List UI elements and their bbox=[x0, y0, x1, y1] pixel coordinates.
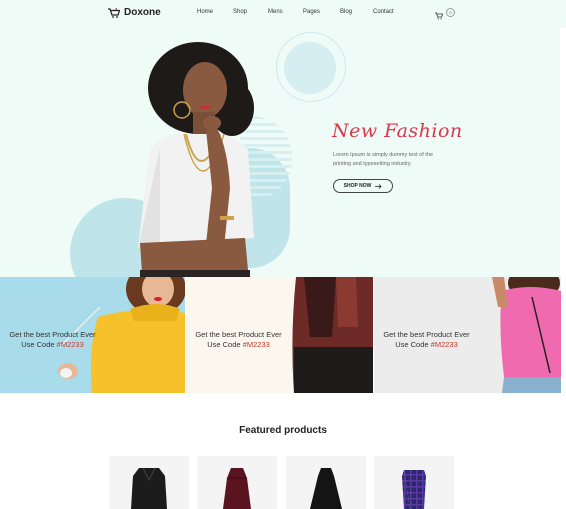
hero-description: Lorem Ipsum is simply dummy text of the … bbox=[333, 152, 433, 167]
brand-logo[interactable]: Doxone bbox=[108, 7, 161, 18]
promo-code-line: Use Code #M2233 bbox=[395, 340, 458, 349]
hero-edge bbox=[560, 28, 566, 277]
promo-banner-1[interactable]: Get the best Product Ever Use Code #M223… bbox=[0, 277, 185, 393]
product-image bbox=[402, 470, 426, 509]
product-card[interactable] bbox=[374, 456, 454, 509]
arrow-right-icon bbox=[375, 183, 382, 189]
nav-item-contact[interactable]: Contact bbox=[373, 9, 394, 15]
cart-logo-icon bbox=[108, 7, 120, 18]
hero-banner: New Fashion Lorem Ipsum is simply dummy … bbox=[0, 28, 566, 277]
promo-banner-3[interactable]: Get the best Product Ever Use Code #M223… bbox=[374, 277, 561, 393]
promo-headline: Get the best Product Ever bbox=[195, 330, 282, 339]
nav-item-home[interactable]: Home bbox=[197, 9, 213, 15]
product-image bbox=[310, 468, 342, 509]
promo-text: Get the best Product Ever Use Code #M223… bbox=[374, 330, 479, 350]
featured-products-heading: Featured products bbox=[239, 425, 327, 436]
promo-text: Get the best Product Ever Use Code #M223… bbox=[0, 330, 105, 350]
nav-item-mens[interactable]: Mens bbox=[268, 9, 283, 15]
nav-item-pages[interactable]: Pages bbox=[303, 9, 320, 15]
nav-item-shop[interactable]: Shop bbox=[233, 9, 247, 15]
cart-count-badge[interactable]: 0 bbox=[446, 8, 455, 17]
cart-icon[interactable] bbox=[435, 7, 444, 25]
decor-circle bbox=[284, 42, 336, 94]
hero-title: New Fashion bbox=[332, 120, 463, 142]
promo-text: Get the best Product Ever Use Code #M223… bbox=[186, 330, 291, 350]
product-card[interactable] bbox=[197, 456, 277, 509]
nav-item-blog[interactable]: Blog bbox=[340, 9, 352, 15]
site-header: Doxone Home Shop Mens Pages Blog Contact… bbox=[0, 0, 566, 28]
shop-now-button[interactable]: SHOP NOW bbox=[333, 179, 393, 193]
shop-now-label: SHOP NOW bbox=[343, 183, 372, 189]
brand-name: Doxone bbox=[124, 7, 161, 18]
promo-code: #M2233 bbox=[242, 340, 270, 349]
product-image bbox=[223, 468, 251, 509]
product-card[interactable] bbox=[109, 456, 189, 509]
promo-headline: Get the best Product Ever bbox=[9, 330, 96, 339]
product-image bbox=[131, 467, 167, 509]
promo-headline: Get the best Product Ever bbox=[383, 330, 470, 339]
promo-code-line: Use Code #M2233 bbox=[21, 340, 84, 349]
promo-banner-2[interactable]: Get the best Product Ever Use Code #M223… bbox=[186, 277, 373, 393]
hero-model-image bbox=[138, 42, 254, 277]
promo-code: #M2233 bbox=[430, 340, 458, 349]
product-card[interactable] bbox=[286, 456, 366, 509]
promo-code-line: Use Code #M2233 bbox=[207, 340, 270, 349]
promo-code: #M2233 bbox=[56, 340, 84, 349]
